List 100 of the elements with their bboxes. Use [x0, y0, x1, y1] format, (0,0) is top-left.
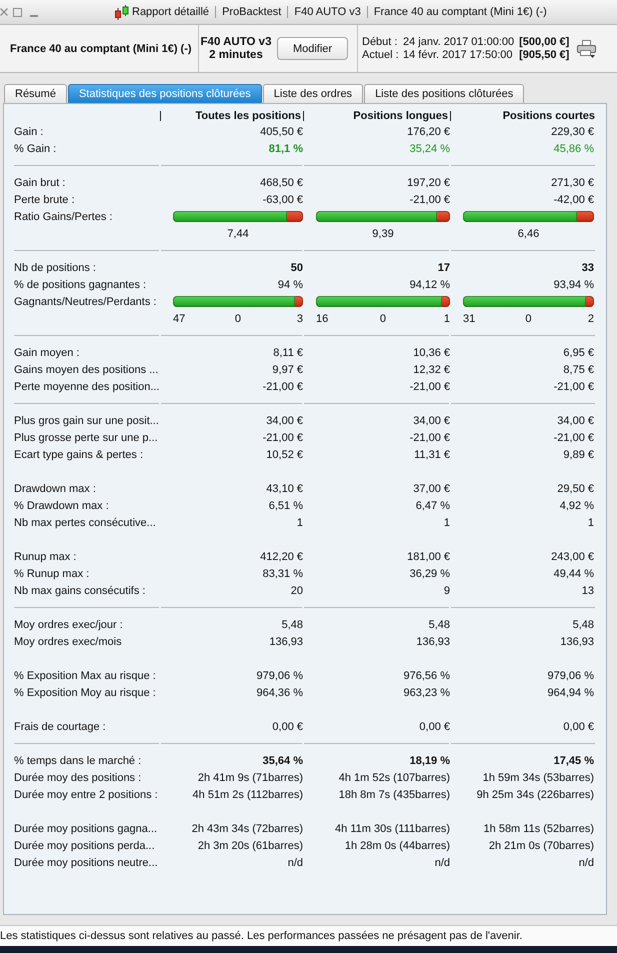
row-label: Moy ordres exec/jour :: [14, 618, 123, 630]
table-cell: 35,64 %: [262, 754, 303, 766]
table-cell: 83,31 %: [262, 568, 303, 580]
table-cell: 94 %: [278, 278, 303, 290]
tab[interactable]: Résumé: [4, 84, 67, 103]
modify-button[interactable]: Modifier: [277, 37, 348, 60]
table-cell: 1: [588, 516, 594, 528]
capital-amount: [500,00 €]: [519, 36, 570, 48]
table-cell: 1: [444, 516, 450, 528]
window-title: Rapport détaillé: [132, 6, 210, 18]
table-cell: n/d: [434, 856, 450, 868]
window-title: France 40 au comptant (Mini 1€) (-): [366, 6, 553, 18]
table-cell: 979,06 %: [256, 670, 303, 682]
system-name: F40 AUTO v3: [200, 36, 272, 48]
table-cell: 136,93: [269, 636, 303, 648]
table-cell: 1: [296, 516, 303, 528]
tab[interactable]: Liste des ordres: [262, 84, 364, 103]
table-cell: 34,00 €: [413, 414, 450, 426]
table-cell: -21,00 €: [554, 432, 594, 444]
table-cell: 197,20 €: [407, 176, 450, 188]
table-cell: 229,30 €: [551, 126, 594, 138]
close-icon[interactable]: [0, 8, 8, 16]
table-cell: 976,56 %: [404, 670, 450, 682]
row-label: % Exposition Moy au risque :: [14, 686, 156, 698]
table-cell: 12,32 €: [413, 364, 450, 376]
bar-value: 0: [380, 312, 386, 324]
table-cell: 468,50 €: [260, 176, 303, 188]
table-cell: 45,86 %: [554, 142, 594, 154]
table-cell: 20: [290, 584, 303, 596]
table-cell: 81,1 %: [268, 142, 303, 154]
table-cell: -21,00 €: [262, 432, 303, 444]
table-cell: -21,00 €: [262, 380, 303, 392]
window-title: F40 AUTO v3: [287, 6, 367, 18]
row-label: Moy ordres exec/mois: [14, 636, 122, 648]
row-label: Gain brut :: [14, 176, 66, 188]
table-cell: 8,75 €: [563, 364, 594, 376]
bar-value: 3: [296, 312, 303, 324]
row-label: Plus grosse perte sur une p...: [14, 432, 158, 444]
table-cell: -21,00 €: [410, 194, 450, 206]
table-cell: 9,97 €: [272, 364, 303, 376]
row-label: Durée moy des positions :: [14, 772, 142, 784]
table-cell: 29,50 €: [557, 482, 594, 494]
row-label: Durée moy positions neutre...: [14, 856, 158, 868]
row-label: Nb de positions :: [14, 262, 96, 274]
table-cell: 18,19 %: [410, 754, 450, 766]
row-label: Durée moy positions gagna...: [14, 822, 158, 834]
table-cell: 34,00 €: [557, 414, 594, 426]
row-label: % de positions gagnantes :: [14, 278, 146, 290]
table-cell: n/d: [578, 856, 594, 868]
table-cell: 33: [582, 262, 594, 274]
table-cell: 10,52 €: [266, 448, 303, 460]
period-date: 24 janv. 2017 01:00:00: [403, 36, 514, 48]
column-header: Positions longues: [353, 110, 448, 122]
row-label: % Gain :: [14, 142, 56, 154]
row-label: % temps dans le marché :: [14, 754, 142, 766]
table-cell: 5,48: [282, 618, 303, 630]
table-cell: 964,94 %: [548, 686, 594, 698]
table-cell: n/d: [288, 856, 303, 868]
table-cell: -63,00 €: [262, 194, 303, 206]
row-label: Perte brute :: [14, 194, 75, 206]
table-cell: 1h 58m 11s (52barres): [484, 822, 594, 834]
table-cell: 4,92 %: [560, 500, 594, 512]
row-label: Gain :: [14, 126, 44, 138]
table-cell: 176,20 €: [407, 126, 450, 138]
maximize-icon[interactable]: [13, 8, 22, 16]
table-cell: 36,29 %: [410, 568, 450, 580]
table-cell: 271,30 €: [551, 176, 594, 188]
row-label: Durée moy positions perda...: [14, 840, 155, 852]
table-cell: 9h 25m 34s (226barres): [476, 788, 594, 800]
table-cell: 2h 21m 0s (70barres): [488, 840, 594, 852]
period-label: Actuel :: [362, 48, 398, 62]
table-cell: 6,51 %: [268, 500, 303, 512]
tab[interactable]: Liste des positions clôturées: [364, 84, 524, 103]
table-cell: 10,36 €: [413, 346, 450, 358]
table-cell: -21,00 €: [410, 432, 450, 444]
table-cell: 2h 43m 34s (72barres): [192, 822, 303, 834]
row-label: Durée moy entre 2 positions :: [14, 788, 158, 800]
table-cell: 49,44 %: [554, 568, 594, 580]
table-cell: 5,48: [572, 618, 594, 630]
table-cell: 0,00 €: [272, 720, 303, 732]
table-cell: 11,31 €: [414, 448, 450, 460]
table-cell: 136,93: [416, 636, 450, 648]
bar-value: 47: [173, 312, 186, 324]
table-cell: -21,00 €: [410, 380, 450, 392]
table-cell: 4h 11m 30s (111barres): [335, 822, 450, 834]
table-cell: 243,00 €: [551, 550, 594, 562]
table-cell: 6,47 %: [416, 500, 450, 512]
bar-value: 6,46: [518, 228, 540, 240]
row-label: Ecart type gains & pertes :: [14, 448, 144, 460]
bar-value: 0: [525, 312, 532, 324]
table-cell: 17,45 %: [554, 754, 594, 766]
row-label: Gagnants/Neutres/Perdants :: [14, 296, 156, 308]
table-cell: 412,20 €: [260, 550, 303, 562]
printer-icon[interactable]: [577, 40, 596, 58]
table-cell: 4h 51m 2s (112barres): [192, 788, 303, 800]
table-cell: 963,23 %: [404, 686, 450, 698]
table-cell: 1h 28m 0s (44barres): [344, 840, 450, 852]
candlestick-icon: [114, 4, 130, 20]
table-cell: 37,00 €: [413, 482, 450, 494]
row-label: Drawdown max :: [14, 482, 96, 494]
